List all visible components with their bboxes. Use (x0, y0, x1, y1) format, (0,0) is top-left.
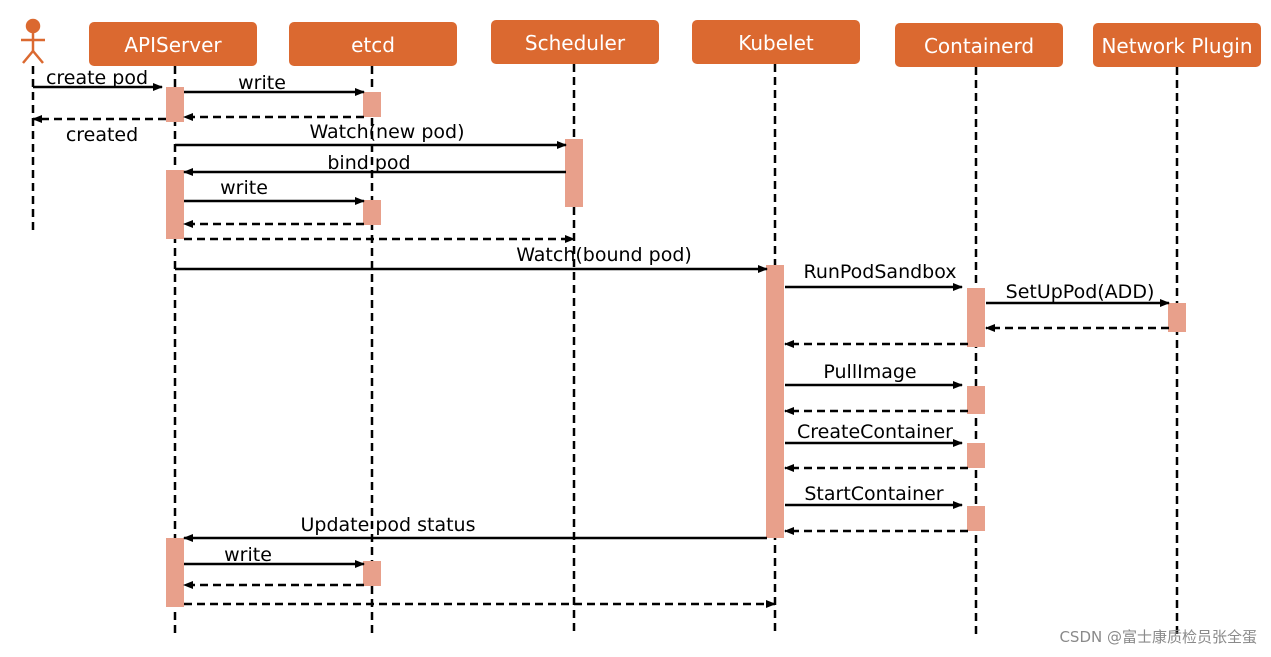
message-label: RunPodSandbox (803, 261, 956, 283)
message-label: SetUpPod(ADD) (1006, 281, 1155, 303)
message-label: Watch(new pod) (309, 121, 464, 143)
message-label: bind pod (327, 152, 410, 174)
activation-bar (166, 538, 184, 607)
activation-bar (967, 506, 985, 531)
activation-bar (766, 265, 784, 538)
watermark: CSDN @富士康质检员张全蛋 (1059, 628, 1257, 646)
activation-bar (166, 87, 184, 122)
participant-label: APIServer (124, 33, 222, 57)
activation-bar (967, 288, 985, 347)
message-label: CreateContainer (797, 421, 953, 443)
activation-bar (166, 170, 184, 239)
message-label: Watch(bound pod) (516, 244, 692, 266)
participant-label: Kubelet (738, 31, 814, 55)
message-label: write (224, 544, 272, 566)
message-label: created (66, 124, 138, 146)
message-label: create pod (46, 67, 148, 89)
message-label: write (220, 177, 268, 199)
message-label: Update pod status (300, 514, 475, 536)
message-label: StartContainer (804, 483, 943, 505)
activation-bar (1168, 303, 1186, 332)
activation-bar (363, 92, 381, 117)
participant-label: Containerd (924, 34, 1034, 58)
participant-label: Network Plugin (1101, 34, 1252, 58)
activation-bar (363, 561, 381, 586)
activation-bar (363, 200, 381, 225)
stick-figure-actor-icon (21, 18, 45, 64)
participant-label: etcd (351, 33, 395, 57)
message-label: PullImage (823, 361, 916, 383)
activation-bar (967, 386, 985, 414)
activation-bar (565, 139, 583, 207)
message-label: write (238, 72, 286, 94)
participant-label: Scheduler (525, 31, 626, 55)
sequence-diagram: APIServer etcd Scheduler Kubelet Containerd N… (21, 18, 1261, 636)
activation-bar (967, 443, 985, 468)
